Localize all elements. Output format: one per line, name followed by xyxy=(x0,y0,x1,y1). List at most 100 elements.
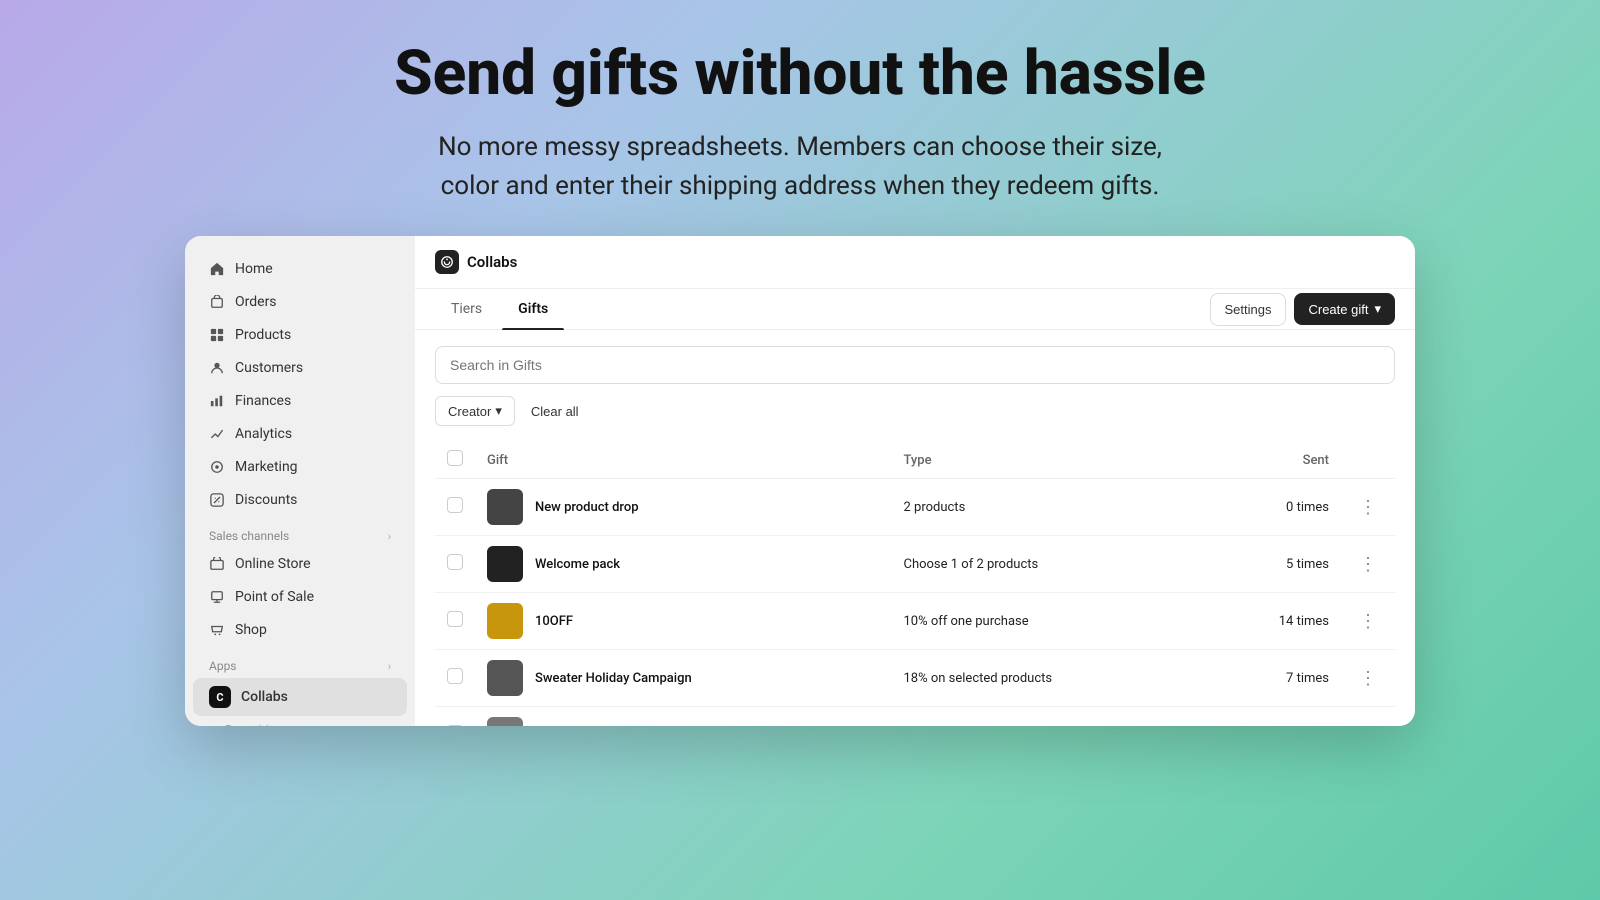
sales-channels-chevron[interactable]: › xyxy=(388,530,391,543)
gift-thumbnail xyxy=(487,546,523,582)
sidebar-item-products[interactable]: Products xyxy=(193,319,407,351)
row-type-cell: 10% off one purchase xyxy=(891,593,1205,650)
create-gift-button[interactable]: Create gift ▾ xyxy=(1294,293,1395,325)
sidebar-item-online-store[interactable]: Online Store xyxy=(193,548,407,580)
create-gift-chevron: ▾ xyxy=(1374,301,1381,317)
marketing-icon xyxy=(209,459,225,475)
main-content: Collabs Tiers Gifts Settings Create gift… xyxy=(415,236,1415,726)
col-actions xyxy=(1341,442,1395,479)
collabs-icon: C xyxy=(209,686,231,708)
row-checkbox[interactable] xyxy=(447,497,463,513)
table-row: Welcome pack Choose 1 of 2 products 5 ti… xyxy=(435,536,1395,593)
row-checkbox-cell[interactable] xyxy=(435,593,475,650)
home-icon xyxy=(209,261,225,277)
row-checkbox[interactable] xyxy=(447,725,463,726)
sidebar-item-discounts[interactable]: Discounts xyxy=(193,484,407,516)
settings-button[interactable]: Settings xyxy=(1210,293,1287,326)
row-more-button[interactable]: ⋮ xyxy=(1353,552,1383,577)
row-more-button[interactable]: ⋮ xyxy=(1353,495,1383,520)
hero-title: Send gifts without the hassle xyxy=(394,40,1206,108)
row-type-cell: Choose 1 of 2 products xyxy=(891,536,1205,593)
apps-chevron[interactable]: › xyxy=(388,660,391,673)
analytics-icon xyxy=(209,426,225,442)
orders-icon xyxy=(209,294,225,310)
col-gift: Gift xyxy=(475,442,891,479)
gift-thumbnail xyxy=(487,603,523,639)
table-row: Summer kit 20% on collection 19 times ⋮ xyxy=(435,707,1395,727)
row-gift-cell: Sweater Holiday Campaign xyxy=(475,650,891,707)
sidebar-item-home[interactable]: Home xyxy=(193,253,407,285)
sidebar-sub-item-recruiting[interactable]: Recruiting xyxy=(193,717,407,726)
row-more-cell[interactable]: ⋮ xyxy=(1341,707,1395,727)
row-checkbox-cell[interactable] xyxy=(435,479,475,536)
row-more-cell[interactable]: ⋮ xyxy=(1341,479,1395,536)
row-checkbox-cell[interactable] xyxy=(435,536,475,593)
table-row: New product drop 2 products 0 times ⋮ xyxy=(435,479,1395,536)
row-gift-cell: 10OFF xyxy=(475,593,891,650)
row-sent-cell: 19 times xyxy=(1206,707,1341,727)
row-more-cell[interactable]: ⋮ xyxy=(1341,650,1395,707)
tab-tiers[interactable]: Tiers xyxy=(435,289,498,329)
table-row: 10OFF 10% off one purchase 14 times ⋮ xyxy=(435,593,1395,650)
app-window: Home Orders Products Customers Finances xyxy=(185,236,1415,726)
row-checkbox[interactable] xyxy=(447,611,463,627)
gift-thumbnail xyxy=(487,660,523,696)
select-all-checkbox[interactable] xyxy=(447,450,463,466)
row-sent-cell: 14 times xyxy=(1206,593,1341,650)
sidebar-item-analytics[interactable]: Analytics xyxy=(193,418,407,450)
gifts-table: Gift Type Sent New product drop 2 produc… xyxy=(435,442,1395,726)
sidebar-item-collabs[interactable]: C Collabs xyxy=(193,678,407,716)
sales-channels-section: Sales channels › xyxy=(185,517,415,547)
tabs-actions: Settings Create gift ▾ xyxy=(1210,293,1396,326)
row-sent-cell: 0 times xyxy=(1206,479,1341,536)
gift-name: Sweater Holiday Campaign xyxy=(535,671,692,686)
row-more-button[interactable]: ⋮ xyxy=(1353,609,1383,634)
discounts-icon xyxy=(209,492,225,508)
col-type: Type xyxy=(891,442,1205,479)
row-gift-cell: Summer kit xyxy=(475,707,891,727)
app-title: Collabs xyxy=(467,253,517,271)
row-more-cell[interactable]: ⋮ xyxy=(1341,593,1395,650)
gift-name: New product drop xyxy=(535,500,639,515)
table-row: Sweater Holiday Campaign 18% on selected… xyxy=(435,650,1395,707)
row-type-cell: 18% on selected products xyxy=(891,650,1205,707)
tabs-bar: Tiers Gifts Settings Create gift ▾ xyxy=(415,289,1415,330)
sidebar-item-shop[interactable]: Shop xyxy=(193,614,407,646)
row-more-button[interactable]: ⋮ xyxy=(1353,666,1383,691)
sidebar-item-orders[interactable]: Orders xyxy=(193,286,407,318)
col-sent: Sent xyxy=(1206,442,1341,479)
col-checkbox[interactable] xyxy=(435,442,475,479)
clear-all-button[interactable]: Clear all xyxy=(523,398,587,425)
sidebar-item-customers[interactable]: Customers xyxy=(193,352,407,384)
gift-name: Welcome pack xyxy=(535,557,620,572)
pos-icon xyxy=(209,589,225,605)
row-sent-cell: 5 times xyxy=(1206,536,1341,593)
row-checkbox[interactable] xyxy=(447,554,463,570)
row-type-cell: 20% on collection xyxy=(891,707,1205,727)
sidebar-item-pos[interactable]: Point of Sale xyxy=(193,581,407,613)
tab-gifts[interactable]: Gifts xyxy=(502,289,564,329)
content-area: Creator ▾ Clear all Gift Type Sent xyxy=(415,330,1415,726)
row-type-cell: 2 products xyxy=(891,479,1205,536)
hero-subtitle: No more messy spreadsheets. Members can … xyxy=(394,128,1206,206)
row-checkbox-cell[interactable] xyxy=(435,650,475,707)
sidebar-item-marketing[interactable]: Marketing xyxy=(193,451,407,483)
shop-icon xyxy=(209,622,225,638)
customers-icon xyxy=(209,360,225,376)
finances-icon xyxy=(209,393,225,409)
filter-creator-button[interactable]: Creator ▾ xyxy=(435,396,515,426)
sidebar: Home Orders Products Customers Finances xyxy=(185,236,415,726)
products-icon xyxy=(209,327,225,343)
row-checkbox-cell[interactable] xyxy=(435,707,475,727)
top-bar: Collabs xyxy=(415,236,1415,289)
row-checkbox[interactable] xyxy=(447,668,463,684)
online-store-icon xyxy=(209,556,225,572)
search-input[interactable] xyxy=(435,346,1395,384)
gift-thumbnail xyxy=(487,717,523,726)
row-gift-cell: Welcome pack xyxy=(475,536,891,593)
sidebar-item-finances[interactable]: Finances xyxy=(193,385,407,417)
row-more-button[interactable]: ⋮ xyxy=(1353,723,1383,727)
gift-thumbnail xyxy=(487,489,523,525)
row-more-cell[interactable]: ⋮ xyxy=(1341,536,1395,593)
app-window-icon xyxy=(435,250,459,274)
